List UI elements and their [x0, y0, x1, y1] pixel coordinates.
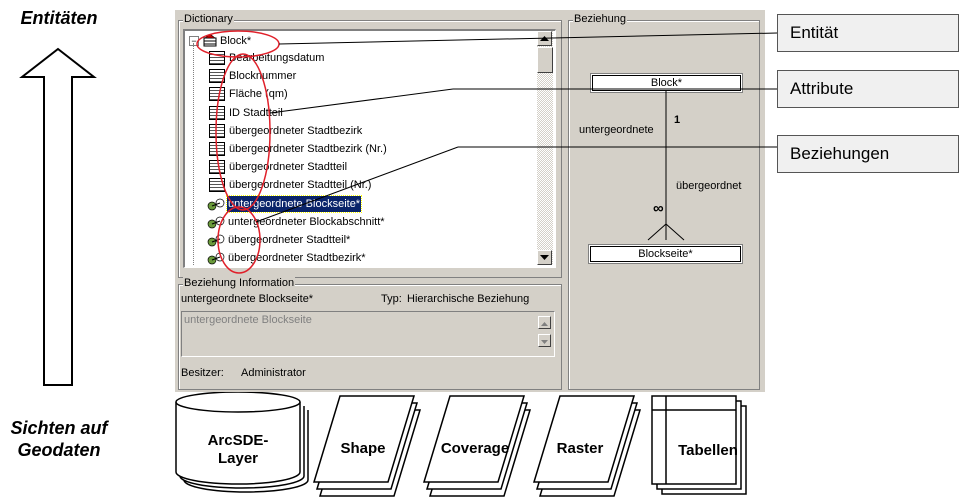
- attribute-label: ID Stadtteil: [229, 106, 283, 119]
- source-arcsde-label: ArcSDE- Layer: [207, 432, 269, 467]
- attribute-table-icon: [209, 87, 225, 102]
- entitaeten-label: Entitäten: [20, 8, 98, 28]
- attribute-table-icon: [209, 69, 225, 84]
- attribute-table-icon: [209, 51, 225, 65]
- source-raster-label: Raster: [556, 440, 604, 457]
- attribute-label: Blocknummer: [229, 70, 297, 83]
- attribute-table-icon: [209, 123, 225, 138]
- collapse-icon[interactable]: −: [189, 36, 199, 46]
- beziehung-info-title: Beziehung Information: [183, 277, 296, 289]
- attribute-label: übergeordneter Stadtbezirk (Nr.): [229, 143, 387, 155]
- source-tabellen-label: Tabellen: [678, 442, 738, 459]
- left-role-label: untergeordnete: [579, 124, 654, 136]
- card-top-label: 1: [674, 114, 681, 126]
- right-role-label: übergeordnet: [676, 180, 742, 192]
- sichten-label-line1: Sichten auf: [10, 418, 108, 438]
- description-box[interactable]: untergeordnete Blockseite: [181, 311, 555, 357]
- dictionary-group: Dictionary − Block* Bearbeitungsdatum Block…: [178, 13, 562, 278]
- callout-attribute: Attribute: [777, 70, 959, 108]
- beziehung-title: Beziehung: [573, 13, 627, 25]
- attribute-label: Fläche (qm): [229, 88, 288, 101]
- relation-label: übergeordneter Stadtteil*: [228, 234, 351, 246]
- sichten-label-line2: Geodaten: [17, 440, 101, 460]
- scroll-down-button[interactable]: [537, 250, 552, 265]
- attribute-table-icon: [209, 160, 225, 175]
- relation-icon: [207, 233, 225, 247]
- attribute-table-icon: [209, 105, 225, 120]
- relation-icon: [207, 197, 225, 211]
- entity-icon: [203, 33, 217, 47]
- relation-name: untergeordnete Blockseite*: [181, 293, 314, 305]
- callout-entitaet: Entität: [777, 14, 959, 52]
- tree-guide-line: [193, 43, 194, 265]
- besitzer-value: Administrator: [241, 367, 306, 379]
- attribute-table-icon: [209, 142, 225, 156]
- entity-box-blockseite[interactable]: Blockseite*: [590, 246, 741, 262]
- besitzer-label: Besitzer:: [181, 367, 224, 379]
- typ-value: Hierarchische Beziehung: [407, 293, 530, 305]
- up-arrow: [19, 47, 97, 386]
- card-bottom-label: ∞: [653, 200, 664, 217]
- relation-label: übergeordneter Stadtbezirk*: [228, 252, 366, 265]
- attribute-label: übergeordneter Stadtteil (Nr.): [229, 179, 372, 192]
- scroll-up-button[interactable]: [537, 31, 552, 46]
- source-coverage-label: Coverage: [440, 440, 510, 457]
- beziehung-info-group: Beziehung Information untergeordnete Blo…: [178, 277, 562, 390]
- attribute-table-icon: [209, 178, 225, 193]
- tree-root-label: Block*: [220, 35, 252, 47]
- scroll-thumb[interactable]: [537, 47, 553, 73]
- relation-icon: [207, 251, 225, 265]
- source-shape-label: Shape: [340, 440, 386, 457]
- entity-box-block[interactable]: Block*: [592, 75, 741, 91]
- relation-icon: [207, 215, 225, 229]
- typ-label: Typ:: [381, 293, 402, 305]
- relation-label: untergeordneter Blockabschnitt*: [228, 215, 385, 228]
- attribute-label: übergeordneter Stadtbezirk: [229, 124, 363, 137]
- description-text: untergeordnete Blockseite: [184, 314, 312, 326]
- desc-scroll-down-button[interactable]: [538, 334, 551, 347]
- relation-label: untergeordnete Blockseite*: [225, 194, 363, 213]
- dictionary-tree[interactable]: − Block* Bearbeitungsdatum Blocknummer Fläch…: [183, 29, 556, 268]
- dictionary-title: Dictionary: [183, 13, 234, 25]
- attribute-label: Bearbeitungsdatum: [229, 52, 325, 64]
- callout-beziehungen: Beziehungen: [777, 135, 959, 173]
- desc-scroll-up-button[interactable]: [538, 316, 551, 329]
- attribute-label: übergeordneter Stadtteil: [229, 161, 348, 174]
